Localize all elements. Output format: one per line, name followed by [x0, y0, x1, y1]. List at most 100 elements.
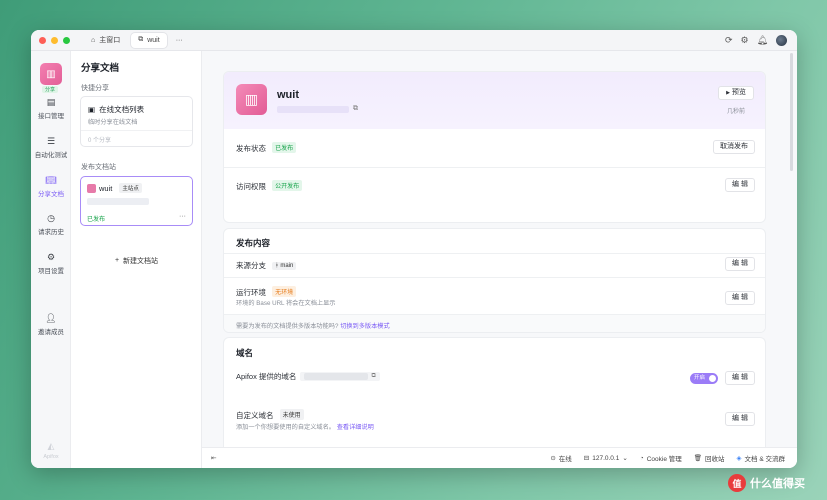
- custom-domain-label: 自定义域名: [236, 411, 274, 420]
- quick-share-card[interactable]: ▣ 在线文档列表 临时分享在线文档 0 个分享: [80, 96, 193, 147]
- env-hint: 环境的 Base URL 将会在文档上显示: [236, 300, 336, 307]
- site-label: 发布文档站: [81, 164, 116, 171]
- window-controls: [39, 36, 70, 44]
- site-card-wuit[interactable]: wuit 主站点 已发布 ···: [80, 176, 193, 226]
- tab-wuit[interactable]: ⧉ wuit: [131, 32, 167, 48]
- home-icon: ⌂: [91, 36, 96, 44]
- site-logo-icon: [87, 183, 96, 193]
- custom-domain-tag: 未使用: [279, 409, 304, 420]
- maximize-window-button[interactable]: [63, 36, 70, 44]
- sidebar-item-api[interactable]: ▤ 接口管理: [31, 97, 71, 120]
- bell-icon[interactable]: 🔔︎: [757, 35, 768, 46]
- sidebar-item-invite[interactable]: 👤︎ 邀请成员: [31, 313, 71, 336]
- refresh-icon[interactable]: ⟳: [725, 35, 733, 46]
- domain-toggle[interactable]: 开启: [690, 373, 718, 384]
- new-site-label: 新建文档站: [123, 257, 159, 265]
- site-name: wuit: [99, 183, 113, 193]
- version-hint: 需要为发布的文档提供多版本功能吗? 切换到多版本模式: [236, 321, 390, 330]
- minimize-window-button[interactable]: [51, 36, 58, 44]
- sidebar-item-share-docs[interactable]: 📖︎ 分享文档: [31, 175, 71, 198]
- domain-blurred: [304, 373, 369, 380]
- tab-label: wuit: [147, 36, 160, 44]
- tab-main-window[interactable]: ⌂ 主窗口: [84, 33, 127, 48]
- sidebar-item-label: 接口管理: [38, 113, 64, 120]
- quick-card-header: ▣ 在线文档列表: [88, 104, 144, 115]
- new-site-button[interactable]: + 新建文档站: [80, 253, 193, 268]
- chevron-down-icon: ⌄: [622, 455, 628, 462]
- copy-icon[interactable]: ⧉: [353, 105, 358, 113]
- ip-label: 127.0.0.1: [592, 454, 620, 462]
- online-status[interactable]: ⊙ 在线: [550, 453, 571, 463]
- sidebar-item-project-settings[interactable]: ⚙ 项目设置: [31, 252, 71, 275]
- quick-card-count: 0 个分享: [88, 138, 112, 144]
- edit-apifox-domain-button[interactable]: 编 辑: [725, 371, 755, 385]
- sidebar-item-label: 自动化测试: [34, 152, 68, 159]
- env-row: 运行环境 无环境: [236, 286, 297, 298]
- plus-icon: +: [114, 257, 120, 264]
- tab-label: 主窗口: [99, 37, 121, 44]
- access-tag: 公开发布: [272, 180, 303, 191]
- share-docs-panel: 分享文档 快捷分享 ▣ 在线文档列表 临时分享在线文档 0 个分享 发布文档站 …: [71, 51, 202, 468]
- sidebar-item-label: 邀请成员: [38, 329, 64, 336]
- user-add-icon: 👤︎: [45, 313, 57, 323]
- branch-row: 来源分支 ᚼ main: [236, 260, 297, 271]
- card-divider: [81, 130, 192, 131]
- publish-status-row: 发布状态 已发布: [236, 142, 297, 154]
- row-divider: [224, 277, 765, 278]
- cookie-icon: ◔: [639, 454, 644, 462]
- access-row: 访问权限 公开发布: [236, 180, 303, 192]
- panel-title: 分享文档: [81, 63, 120, 74]
- quick-card-title: 在线文档列表: [99, 105, 145, 114]
- version-link[interactable]: 切换到多版本模式: [340, 323, 390, 330]
- sidebar-item-label: 项目设置: [38, 268, 64, 275]
- docs-icon: ◈: [736, 455, 742, 462]
- branch-icon: ᚼ: [275, 263, 279, 269]
- unpublish-button[interactable]: 取消发布: [713, 140, 755, 154]
- sidebar-item-history[interactable]: ◷ 请求历史: [31, 213, 71, 236]
- edit-branch-button[interactable]: 编 辑: [725, 257, 755, 271]
- collapse-sidebar-icon[interactable]: ⇤: [211, 454, 216, 462]
- edit-env-button[interactable]: 编 辑: [725, 291, 755, 305]
- publish-status-label: 发布状态: [236, 144, 266, 153]
- copy-icon[interactable]: ⧉: [371, 373, 375, 380]
- proxy-selector[interactable]: ⊟ 127.0.0.1 ⌄: [583, 454, 628, 463]
- custom-domain-link[interactable]: 查看详细说明: [337, 424, 374, 431]
- publish-content-card: 发布内容 来源分支 ᚼ main 编 辑 运行环境 无环境 环境的 Base U…: [223, 228, 766, 333]
- branch-tag: ᚼ main: [272, 262, 297, 270]
- cookie-label: Cookie 管理: [646, 456, 682, 463]
- env-tag: 无环境: [272, 286, 297, 297]
- version-hint-text: 需要为发布的文档提供多版本功能吗?: [236, 323, 339, 330]
- scrollbar[interactable]: [790, 53, 793, 171]
- avatar[interactable]: [776, 34, 787, 46]
- recycle-bin[interactable]: 🗑︎ 回收站: [694, 453, 725, 463]
- watermark-text: 什么值得买: [750, 478, 805, 490]
- edit-access-button[interactable]: 编 辑: [725, 178, 755, 192]
- book-icon: ▥: [244, 91, 259, 107]
- docs-community[interactable]: ◈ 文档 & 交流群: [737, 453, 785, 463]
- sidebar: ▥ 分享 ▤ 接口管理 ☰ 自动化测试 📖︎ 分享文档 ◷ 请求历史 ⚙ 项目设…: [31, 51, 71, 468]
- book-icon: ▥: [46, 68, 56, 80]
- branch-label: 来源分支: [236, 261, 266, 270]
- sidebar-item-autotest[interactable]: ☰ 自动化测试: [31, 136, 71, 159]
- more-tabs-button[interactable]: ···: [169, 33, 190, 48]
- api-icon: ▤: [46, 97, 56, 107]
- preview-button[interactable]: ▶ 预览: [718, 86, 754, 100]
- site-url-row: ⧉: [277, 105, 358, 113]
- cookie-manager[interactable]: ◔ Cookie 管理: [639, 453, 682, 464]
- title-bar: ⌂ 主窗口 ⧉ wuit ··· ⟳ ⚙ 🔔︎: [31, 30, 797, 51]
- server-icon: ⊟: [583, 455, 590, 462]
- close-window-button[interactable]: [39, 36, 46, 44]
- play-icon: ▶: [726, 90, 730, 96]
- site-more-button[interactable]: ···: [179, 213, 186, 220]
- logo-tag: 分享: [42, 86, 59, 93]
- quick-share-label: 快捷分享: [81, 85, 109, 92]
- site-url-blurred: [277, 105, 349, 113]
- gear-icon: ⚙: [46, 252, 56, 262]
- publish-content-title: 发布内容: [236, 238, 271, 248]
- env-label: 运行环境: [236, 288, 266, 297]
- project-logo[interactable]: ▥: [40, 63, 62, 85]
- recycle-label: 回收站: [705, 456, 725, 463]
- settings-icon[interactable]: ⚙: [740, 35, 748, 46]
- branch-value: main: [280, 263, 294, 269]
- edit-custom-domain-button[interactable]: 编 辑: [725, 412, 755, 426]
